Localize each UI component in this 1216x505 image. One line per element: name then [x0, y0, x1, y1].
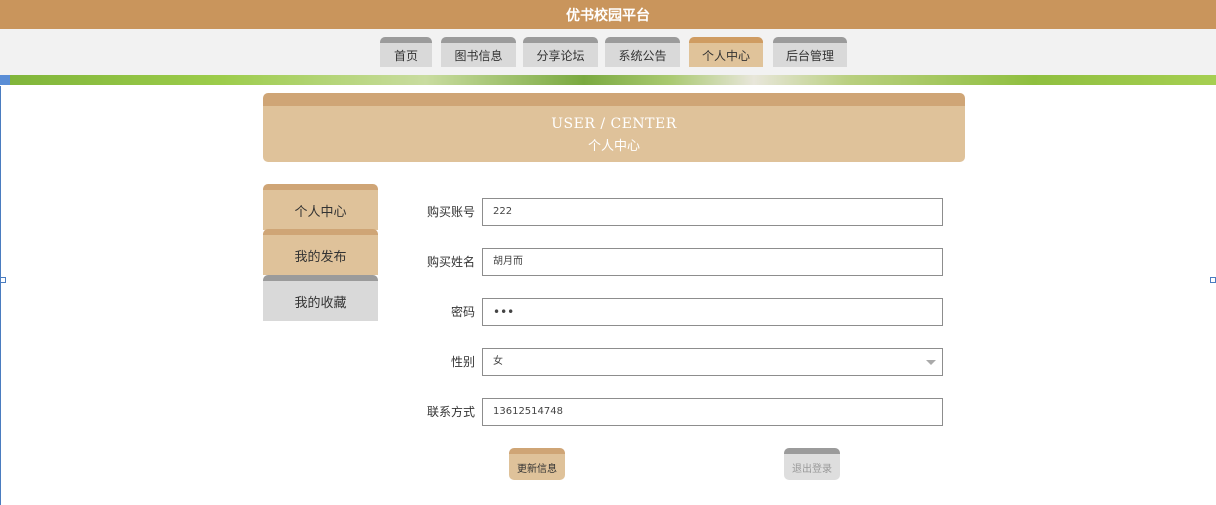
gender-value: 女	[493, 356, 503, 367]
logout-button[interactable]: 退出登录	[784, 448, 840, 480]
page-header-zh: 个人中心	[587, 139, 640, 154]
chevron-down-icon	[926, 360, 936, 365]
page-header: USER / CENTER 个人中心	[263, 93, 965, 162]
update-button[interactable]: 更新信息	[509, 448, 565, 480]
sidebar-item-favorites[interactable]: 我的收藏	[263, 275, 378, 321]
main-nav: 首页 图书信息 分享论坛 系统公告 个人中心 后台管理	[0, 29, 1216, 75]
account-label: 购买账号	[426, 205, 475, 219]
banner-image	[0, 75, 1216, 85]
account-input[interactable]: 222	[482, 198, 943, 226]
nav-home[interactable]: 首页	[380, 37, 432, 67]
nav-admin[interactable]: 后台管理	[773, 37, 847, 67]
contact-label: 联系方式	[426, 405, 475, 419]
contact-input[interactable]: 13612514748	[482, 398, 943, 426]
nav-forum[interactable]: 分享论坛	[523, 37, 598, 67]
page-header-en: USER / CENTER	[551, 116, 677, 132]
resize-handle-left[interactable]	[0, 277, 6, 283]
nav-books[interactable]: 图书信息	[441, 37, 516, 67]
resize-handle-right[interactable]	[1210, 277, 1216, 283]
name-label: 购买姓名	[426, 255, 475, 269]
app-title: 优书校园平台	[566, 7, 650, 24]
nav-announcements[interactable]: 系统公告	[605, 37, 680, 67]
gender-select[interactable]: 女	[482, 348, 943, 376]
sidebar-item-user-center[interactable]: 个人中心	[263, 184, 378, 230]
sidebar-item-my-posts[interactable]: 我的发布	[263, 229, 378, 275]
nav-user-center[interactable]: 个人中心	[689, 37, 763, 67]
selection-edge	[0, 86, 1, 505]
app-title-bar: 优书校园平台	[0, 0, 1216, 29]
password-input[interactable]: •••	[482, 298, 943, 326]
gender-label: 性别	[450, 355, 475, 369]
name-input[interactable]: 胡月而	[482, 248, 943, 276]
password-label: 密码	[450, 305, 475, 319]
